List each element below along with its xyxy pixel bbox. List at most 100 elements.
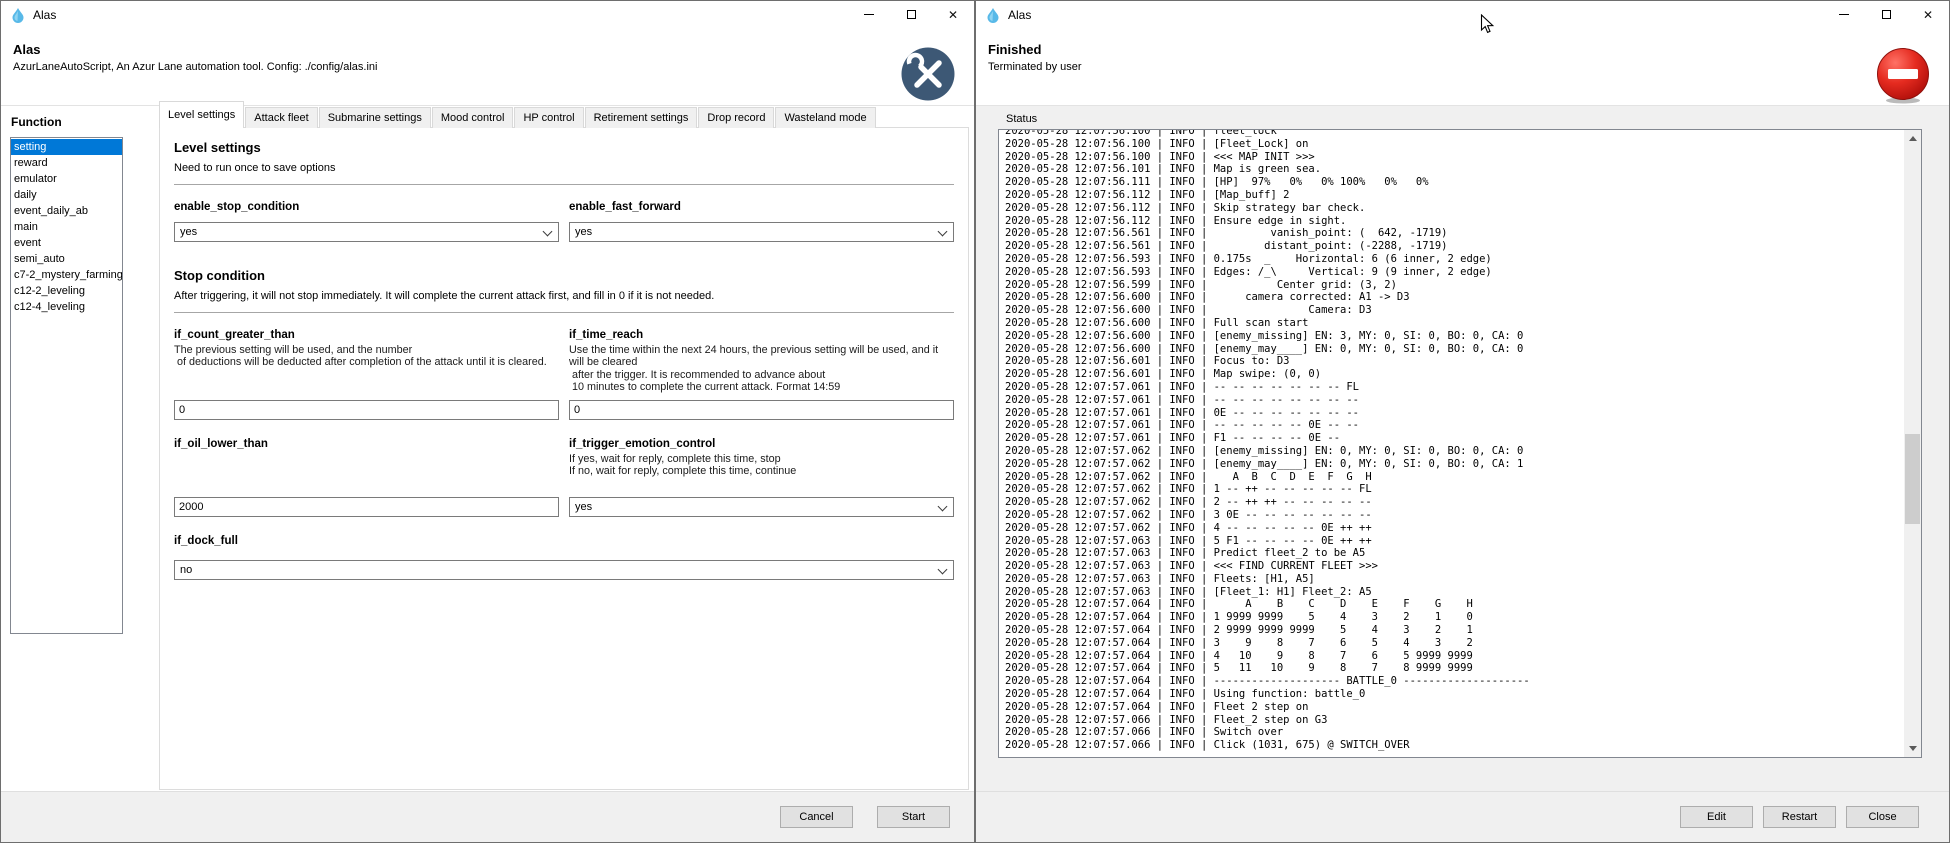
function-list-item-main[interactable]: main — [11, 219, 122, 235]
tab-hp-control[interactable]: HP control — [514, 107, 583, 128]
minimize-button[interactable] — [848, 1, 890, 28]
if-count-greater-than-input[interactable] — [174, 400, 559, 420]
field-label-if-trigger-emotion-control: if_trigger_emotion_control — [569, 438, 954, 450]
settings-body: Function settingrewardemulatordailyevent… — [1, 106, 974, 791]
tab-retirement-settings[interactable]: Retirement settings — [585, 107, 698, 128]
field-label-if-dock-full: if_dock_full — [174, 535, 954, 547]
scroll-down-icon[interactable] — [1904, 740, 1921, 757]
function-list-item-reward[interactable]: reward — [11, 155, 122, 171]
alas-app-icon — [10, 7, 26, 23]
log-line: 2020-05-28 12:07:57.062 | INFO | [enemy_… — [1005, 445, 1921, 458]
log-line: 2020-05-28 12:07:56.100 | INFO | [Fleet_… — [1005, 138, 1921, 151]
divider — [174, 184, 954, 185]
log-scrollbar[interactable] — [1904, 130, 1921, 757]
alas-app-icon — [985, 7, 1001, 23]
log-output[interactable]: 2020-05-28 12:07:56.100 | INFO | fleet_l… — [998, 129, 1922, 758]
log-line: 2020-05-28 12:07:57.061 | INFO | 0E -- -… — [1005, 407, 1921, 420]
minimize-button[interactable] — [1823, 1, 1865, 28]
field-label-enable-stop-condition: enable_stop_condition — [174, 201, 559, 213]
log-line: 2020-05-28 12:07:57.062 | INFO | [enemy_… — [1005, 458, 1921, 471]
log-line: 2020-05-28 12:07:56.599 | INFO | Center … — [1005, 279, 1921, 292]
function-list-title: Function — [11, 115, 62, 129]
caption-buttons: ✕ — [848, 1, 974, 28]
log-footer: Edit Restart Close — [976, 791, 1949, 842]
window-title: Alas — [33, 8, 56, 22]
tab-mood-control[interactable]: Mood control — [432, 107, 514, 128]
enable-stop-condition-select[interactable]: yes — [174, 222, 559, 242]
if-oil-lower-than-input[interactable] — [174, 497, 559, 517]
log-line: 2020-05-28 12:07:57.061 | INFO | -- -- -… — [1005, 394, 1921, 407]
maximize-icon — [907, 10, 916, 19]
field-help-spacer — [174, 453, 559, 493]
function-list-item-c12-2_leveling[interactable]: c12-2_leveling — [11, 283, 122, 299]
log-line: 2020-05-28 12:07:57.063 | INFO | [Fleet_… — [1005, 586, 1921, 599]
close-icon: ✕ — [1923, 9, 1933, 21]
log-line: 2020-05-28 12:07:56.600 | INFO | Full sc… — [1005, 317, 1921, 330]
level-settings-panel: Level settings Need to run once to save … — [159, 127, 969, 790]
log-line: 2020-05-28 12:07:56.600 | INFO | [enemy_… — [1005, 330, 1921, 343]
tab-submarine-settings[interactable]: Submarine settings — [319, 107, 431, 128]
titlebar: Alas ✕ — [1, 1, 974, 28]
close-button[interactable]: ✕ — [932, 1, 974, 28]
function-list-item-semi_auto[interactable]: semi_auto — [11, 251, 122, 267]
minimize-icon — [1839, 14, 1849, 15]
function-list-item-event_daily_ab[interactable]: event_daily_ab — [11, 203, 122, 219]
restart-button[interactable]: Restart — [1763, 806, 1836, 828]
cancel-button[interactable]: Cancel — [780, 806, 853, 828]
tab-drop-record[interactable]: Drop record — [698, 107, 774, 128]
run-status-title: Finished — [988, 42, 1949, 57]
section-heading: Stop condition — [174, 268, 954, 283]
function-list-item-emulator[interactable]: emulator — [11, 171, 122, 187]
log-line: 2020-05-28 12:07:57.064 | INFO | 3 9 8 7… — [1005, 637, 1921, 650]
tab-attack-fleet[interactable]: Attack fleet — [245, 107, 317, 128]
log-line: 2020-05-28 12:07:57.062 | INFO | A B C D… — [1005, 471, 1921, 484]
page-subtitle: AzurLaneAutoScript, An Azur Lane automat… — [13, 61, 974, 73]
log-line: 2020-05-28 12:07:57.062 | INFO | 1 -- ++… — [1005, 483, 1921, 496]
field-label-if-time-reach: if_time_reach — [569, 329, 954, 341]
maximize-button[interactable] — [1865, 1, 1907, 28]
maximize-button[interactable] — [890, 1, 932, 28]
log-line: 2020-05-28 12:07:57.064 | INFO | 4 10 9 … — [1005, 650, 1921, 663]
close-action-button[interactable]: Close — [1846, 806, 1919, 828]
combo-value: yes — [575, 226, 592, 238]
section-desc: After triggering, it will not stop immed… — [174, 290, 954, 302]
log-line: 2020-05-28 12:07:57.064 | INFO | A B C D… — [1005, 598, 1921, 611]
log-line: 2020-05-28 12:07:56.101 | INFO | Map is … — [1005, 163, 1921, 176]
function-list-item-setting[interactable]: setting — [11, 139, 122, 155]
enable-fast-forward-select[interactable]: yes — [569, 222, 954, 242]
log-line: 2020-05-28 12:07:56.100 | INFO | <<< MAP… — [1005, 151, 1921, 164]
log-line: 2020-05-28 12:07:56.112 | INFO | [Map_bu… — [1005, 189, 1921, 202]
function-list-item-daily[interactable]: daily — [11, 187, 122, 203]
edit-button[interactable]: Edit — [1680, 806, 1753, 828]
log-line: 2020-05-28 12:07:57.064 | INFO | 2 9999 … — [1005, 624, 1921, 637]
if-time-reach-input[interactable] — [569, 400, 954, 420]
log-line: 2020-05-28 12:07:56.593 | INFO | Edges: … — [1005, 266, 1921, 279]
log-body: Status 2020-05-28 12:07:56.100 | INFO | … — [976, 106, 1949, 791]
close-icon: ✕ — [948, 9, 958, 21]
scrollbar-thumb[interactable] — [1905, 434, 1920, 524]
log-line: 2020-05-28 12:07:57.061 | INFO | F1 -- -… — [1005, 432, 1921, 445]
function-list-item-c7-2_mystery_farming[interactable]: c7-2_mystery_farming — [11, 267, 122, 283]
chevron-down-icon — [938, 227, 948, 237]
log-line: 2020-05-28 12:07:57.066 | INFO | Click (… — [1005, 739, 1921, 752]
app-header: Finished Terminated by user — [976, 28, 1949, 106]
tab-level-settings[interactable]: Level settings — [159, 101, 244, 128]
log-line: 2020-05-28 12:07:57.063 | INFO | Fleets:… — [1005, 573, 1921, 586]
if-dock-full-select[interactable]: no — [174, 560, 954, 580]
log-line: 2020-05-28 12:07:56.600 | INFO | [enemy_… — [1005, 343, 1921, 356]
combo-value: yes — [180, 226, 197, 238]
field-label-if-oil-lower-than: if_oil_lower_than — [174, 438, 559, 450]
function-list-item-c12-4_leveling[interactable]: c12-4_leveling — [11, 299, 122, 315]
function-list[interactable]: settingrewardemulatordailyevent_daily_ab… — [10, 137, 123, 634]
desktop: Alas ✕ Alas AzurLaneAutoScript, An Azur … — [0, 0, 1950, 843]
field-label-enable-fast-forward: enable_fast_forward — [569, 201, 954, 213]
close-button[interactable]: ✕ — [1907, 1, 1949, 28]
start-button[interactable]: Start — [877, 806, 950, 828]
scroll-up-icon[interactable] — [1904, 130, 1921, 147]
combo-value: no — [180, 564, 192, 576]
stopped-status-icon — [1875, 46, 1931, 104]
tab-wasteland-mode[interactable]: Wasteland mode — [775, 107, 875, 128]
if-trigger-emotion-control-select[interactable]: yes — [569, 497, 954, 517]
function-list-item-event[interactable]: event — [11, 235, 122, 251]
status-label: Status — [1006, 113, 1037, 125]
